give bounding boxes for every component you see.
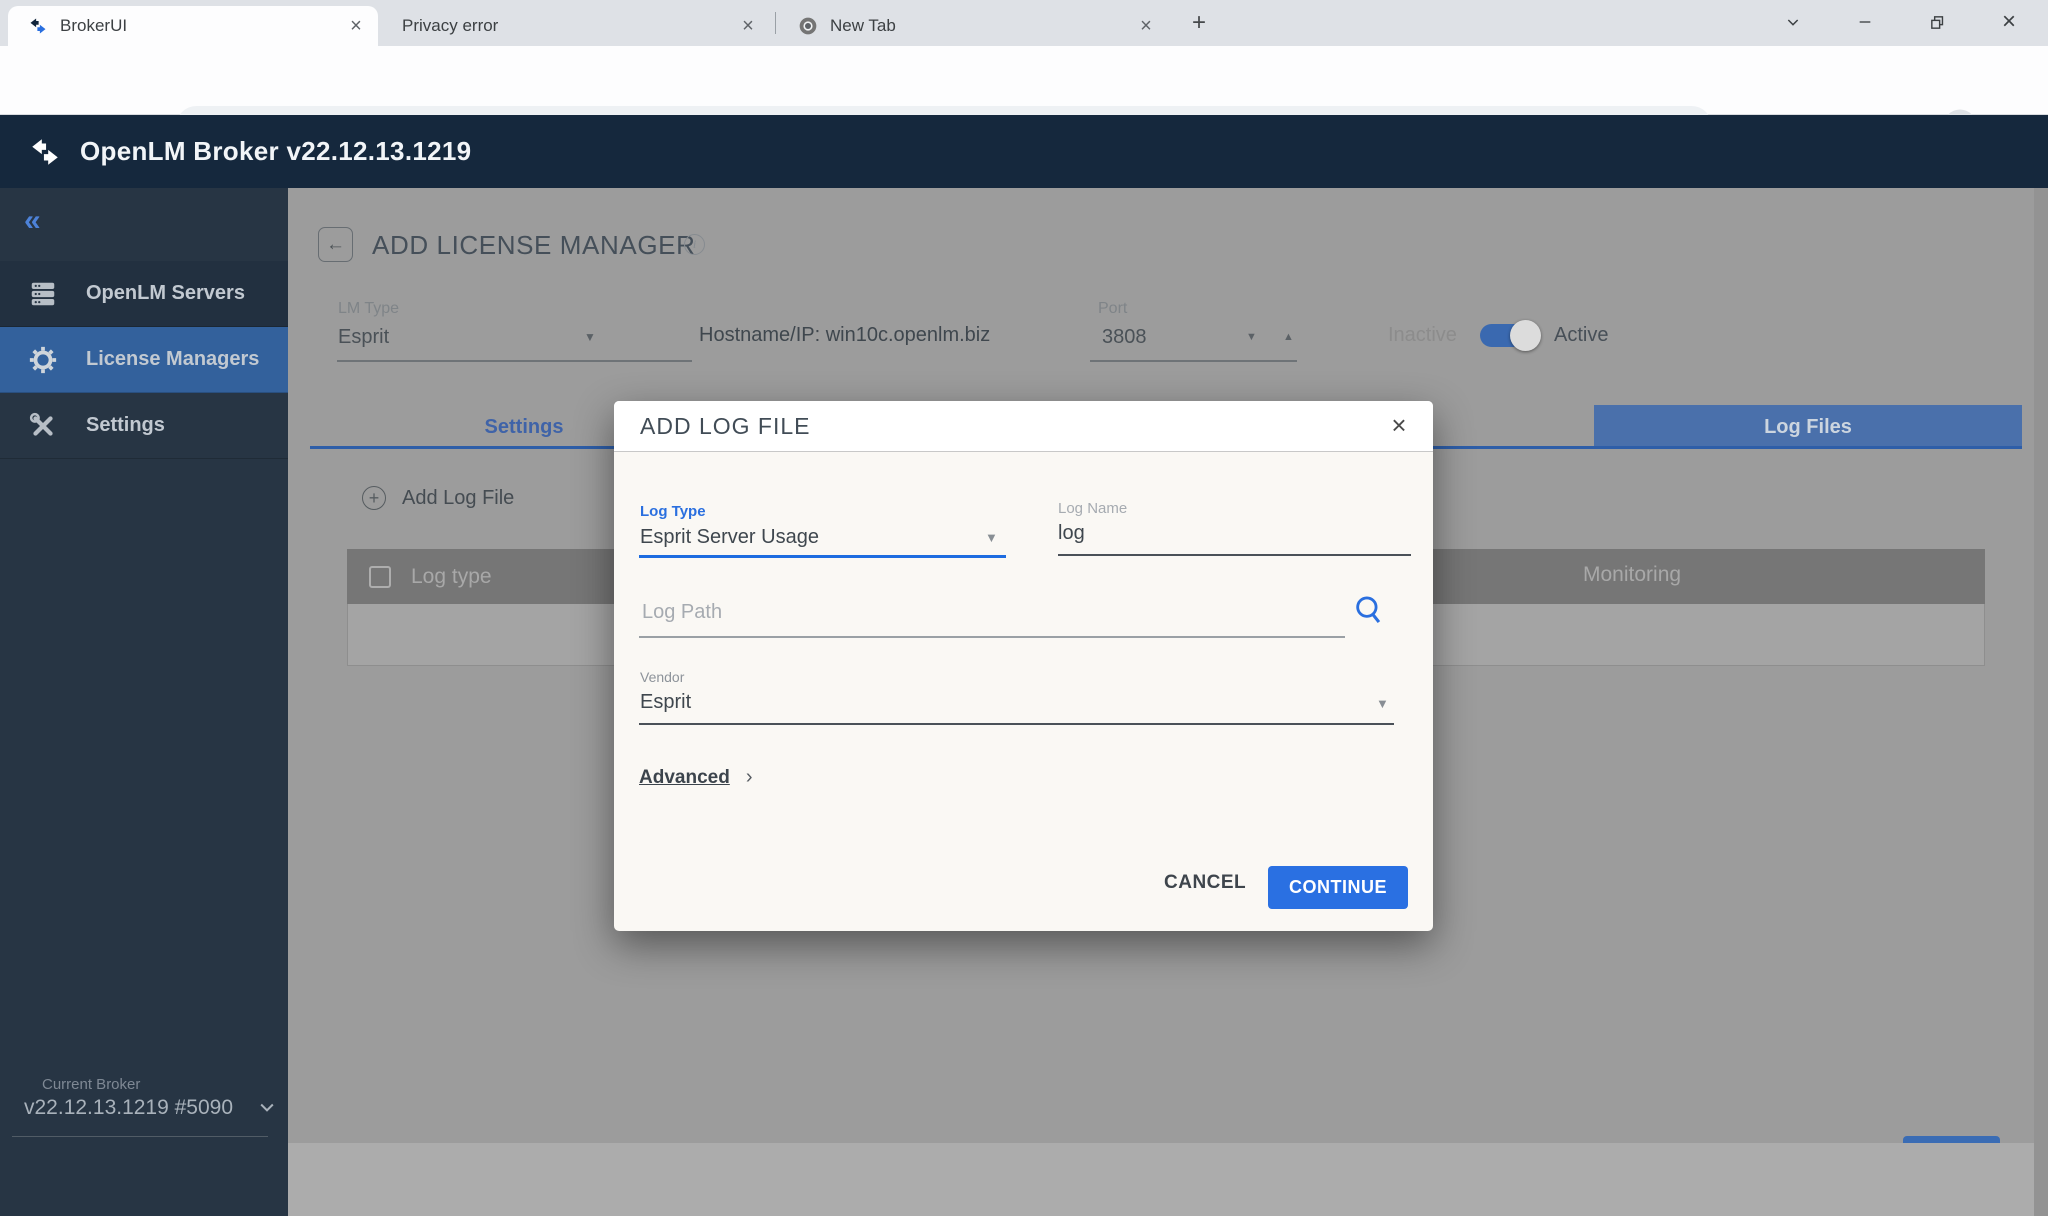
chevron-right-icon: › <box>746 766 753 789</box>
active-toggle-knob[interactable] <box>1510 320 1541 351</box>
sidebar-item-label: OpenLM Servers <box>86 282 245 305</box>
browser-tab-new-tab[interactable]: New Tab × <box>782 6 1168 46</box>
sidebar-item-label: License Managers <box>86 348 259 371</box>
column-header-log-type: Log type <box>411 565 492 589</box>
port-label: Port <box>1098 300 1127 318</box>
log-path-underline <box>639 636 1345 638</box>
window-restore-button[interactable] <box>1908 0 1966 44</box>
screen: BrokerUI × Privacy error × New Tab × + × <box>0 0 2048 1216</box>
window-minimize-button[interactable] <box>1836 0 1894 44</box>
vendor-underline <box>639 723 1394 725</box>
hostname-text: Hostname/IP: win10c.openlm.biz <box>699 324 990 347</box>
sidebar-item-settings[interactable]: Settings <box>0 393 288 459</box>
tools-icon <box>26 411 60 441</box>
search-icon[interactable] <box>1352 593 1386 632</box>
log-name-input[interactable] <box>1058 522 1398 545</box>
current-broker-label: Current Broker <box>42 1076 140 1093</box>
sidebar-item-openlm-servers[interactable]: OpenLM Servers <box>0 261 288 327</box>
lm-type-value[interactable]: Esprit <box>338 326 389 349</box>
log-type-underline <box>639 555 1006 558</box>
add-log-file-dialog: ADD LOG FILE × Log Type Esprit Server Us… <box>614 401 1433 931</box>
browser-tab-privacy-error[interactable]: Privacy error × <box>384 6 770 46</box>
tab-label: Settings <box>485 416 564 439</box>
footer-band <box>288 1143 2048 1216</box>
tab-log-files[interactable]: Log Files <box>1594 405 2022 449</box>
current-broker-value: v22.12.13.1219 #5090 <box>24 1096 233 1119</box>
select-all-checkbox[interactable] <box>369 566 391 588</box>
toggle-off-label: Inactive <box>1388 324 1457 347</box>
add-log-file-label: Add Log File <box>402 487 514 510</box>
dialog-continue-button[interactable]: CONTINUE <box>1268 866 1408 909</box>
log-type-dropdown-icon[interactable]: ▼ <box>985 530 998 545</box>
gear-icon <box>26 345 60 375</box>
vendor-dropdown-icon[interactable]: ▼ <box>1376 696 1389 711</box>
info-icon: i <box>684 234 705 255</box>
log-type-label: Log Type <box>640 503 706 520</box>
openlm-logo <box>28 135 62 169</box>
tab-title: Privacy error <box>402 16 736 36</box>
plus-circle-icon: + <box>362 486 386 510</box>
sidebar-collapse-icon[interactable]: « <box>24 204 41 238</box>
chrome-favicon <box>798 16 818 36</box>
add-log-file-button[interactable]: + Add Log File <box>362 486 514 510</box>
page-title: ADD LICENSE MANAGER <box>372 230 695 261</box>
dialog-close-icon[interactable]: × <box>1384 410 1414 441</box>
tab-search-chevron-icon[interactable] <box>1764 0 1822 44</box>
dialog-title: ADD LOG FILE <box>640 413 810 440</box>
sidebar-item-label: Settings <box>86 414 165 437</box>
tab-separator <box>775 12 776 34</box>
tab-label: Log Files <box>1764 416 1852 439</box>
lm-type-dropdown-icon[interactable]: ▼ <box>584 330 596 344</box>
app-title: OpenLM Broker v22.12.13.1219 <box>80 136 471 167</box>
tab-close-icon[interactable]: × <box>736 15 760 38</box>
sidebar-item-license-managers[interactable]: License Managers <box>0 327 288 393</box>
advanced-label: Advanced <box>639 767 730 789</box>
log-name-underline <box>1058 554 1411 556</box>
app-header: OpenLM Broker v22.12.13.1219 <box>0 115 2048 188</box>
window-close-button[interactable]: × <box>1980 0 2038 44</box>
log-type-value[interactable]: Esprit Server Usage <box>640 526 819 549</box>
port-underline <box>1090 360 1297 362</box>
sidebar: « OpenLM Servers License Managers Settin… <box>0 188 288 1216</box>
column-header-monitoring: Monitoring <box>1583 563 1681 587</box>
current-broker-select[interactable]: v22.12.13.1219 #5090 <box>24 1096 277 1120</box>
openlm-favicon <box>28 16 48 36</box>
toggle-on-label: Active <box>1554 324 1608 347</box>
log-path-input[interactable] <box>642 601 1282 624</box>
browser-tab-strip: BrokerUI × Privacy error × New Tab × + × <box>0 0 2048 46</box>
new-tab-button[interactable]: + <box>1184 8 1214 38</box>
browser-toolbar: ← → i localhost:5090/#/license-managers/… <box>0 46 2048 115</box>
tab-close-icon[interactable]: × <box>344 15 368 38</box>
vendor-label: Vendor <box>640 669 684 685</box>
server-icon <box>26 279 60 309</box>
port-value[interactable]: 3808 <box>1102 326 1147 349</box>
port-increment-icon[interactable]: ▲ <box>1283 331 1294 343</box>
lm-type-label: LM Type <box>338 300 399 318</box>
back-button[interactable]: ← <box>318 227 353 262</box>
port-decrement-icon[interactable]: ▼ <box>1246 331 1257 343</box>
log-name-label: Log Name <box>1058 500 1127 517</box>
tab-title: New Tab <box>830 16 1134 36</box>
page-scrollbar[interactable] <box>2034 188 2048 1216</box>
current-broker-underline <box>12 1136 268 1137</box>
vendor-value[interactable]: Esprit <box>640 691 691 714</box>
tab-title: BrokerUI <box>60 16 344 36</box>
lm-type-underline <box>337 360 692 362</box>
advanced-link[interactable]: Advanced › <box>639 766 752 789</box>
tab-close-icon[interactable]: × <box>1134 15 1158 38</box>
browser-tab-brokerui[interactable]: BrokerUI × <box>8 6 378 46</box>
chevron-down-icon <box>257 1097 277 1117</box>
dialog-cancel-button[interactable]: CANCEL <box>1164 872 1246 894</box>
